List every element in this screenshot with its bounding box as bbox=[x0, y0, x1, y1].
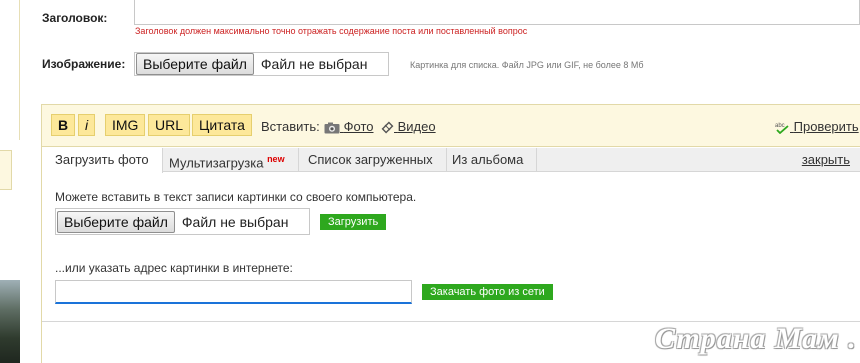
url-description: ...или указать адрес картинки в интернет… bbox=[55, 261, 293, 275]
img-button[interactable]: IMG bbox=[105, 114, 146, 136]
image-file-picker[interactable]: Выберите файл Файл не выбран bbox=[134, 52, 389, 76]
upload-description: Можете вставить в текст записи картинки … bbox=[55, 190, 417, 204]
image-url-input[interactable] bbox=[55, 280, 412, 304]
title-label: Заголовок: bbox=[42, 11, 108, 25]
tab-from-album[interactable]: Из альбома bbox=[439, 148, 538, 172]
image-file-status: Файл не выбран bbox=[260, 56, 368, 72]
upload-file-picker[interactable]: Выберите файл Файл не выбран bbox=[55, 208, 310, 235]
spellcheck-icon: abc bbox=[775, 123, 789, 135]
site-watermark: Страна Мам . ру bbox=[655, 322, 860, 355]
insert-video-link[interactable]: Видео bbox=[381, 119, 436, 134]
image-hint: Картинка для списка. Файл JPG или GIF, н… bbox=[410, 60, 644, 70]
italic-button[interactable]: i bbox=[78, 114, 96, 136]
tab-upload-photo[interactable]: Загрузить фото bbox=[42, 148, 163, 173]
left-panel-edge bbox=[0, 0, 20, 140]
insert-photo-link[interactable]: Фото bbox=[324, 119, 374, 134]
background-photo bbox=[0, 280, 20, 363]
spellcheck-link[interactable]: abc Проверить bbox=[775, 119, 859, 135]
fetch-from-web-button[interactable]: Закачать фото из сети bbox=[422, 284, 553, 300]
insert-photo-label: Фото bbox=[343, 119, 374, 134]
close-tabs-link[interactable]: закрыть bbox=[802, 152, 850, 167]
photo-tabs: Загрузить фото Мультизагрузка new Список… bbox=[42, 148, 860, 173]
title-hint: Заголовок должен максимально точно отраж… bbox=[135, 26, 528, 36]
spellcheck-label: Проверить bbox=[793, 119, 859, 134]
quote-button[interactable]: Цитата bbox=[192, 114, 252, 136]
image-file-button[interactable]: Выберите файл bbox=[136, 53, 254, 75]
insert-label: Вставить: bbox=[261, 119, 320, 134]
tab-multi-upload[interactable]: Мультизагрузка new bbox=[156, 148, 299, 172]
title-input[interactable] bbox=[134, 0, 860, 25]
tab-uploaded-list[interactable]: Список загруженных bbox=[295, 148, 447, 172]
left-panel-yellow-edge bbox=[0, 150, 12, 190]
tab-multi-upload-label: Мультизагрузка bbox=[169, 155, 264, 171]
upload-file-status: Файл не выбран bbox=[181, 213, 289, 230]
upload-button[interactable]: Загрузить bbox=[320, 214, 387, 230]
bold-button[interactable]: B bbox=[51, 114, 76, 136]
editor-toolbar: B i IMG URL Цитата Вставить: Фото Видео … bbox=[42, 105, 860, 147]
svg-text:abc: abc bbox=[775, 123, 785, 129]
film-icon bbox=[381, 121, 394, 134]
new-badge: new bbox=[267, 154, 285, 164]
image-label: Изображение: bbox=[42, 57, 126, 71]
url-button[interactable]: URL bbox=[148, 114, 191, 136]
insert-video-label: Видео bbox=[397, 119, 436, 134]
upload-file-button[interactable]: Выберите файл bbox=[57, 210, 175, 233]
camera-icon bbox=[324, 122, 340, 134]
